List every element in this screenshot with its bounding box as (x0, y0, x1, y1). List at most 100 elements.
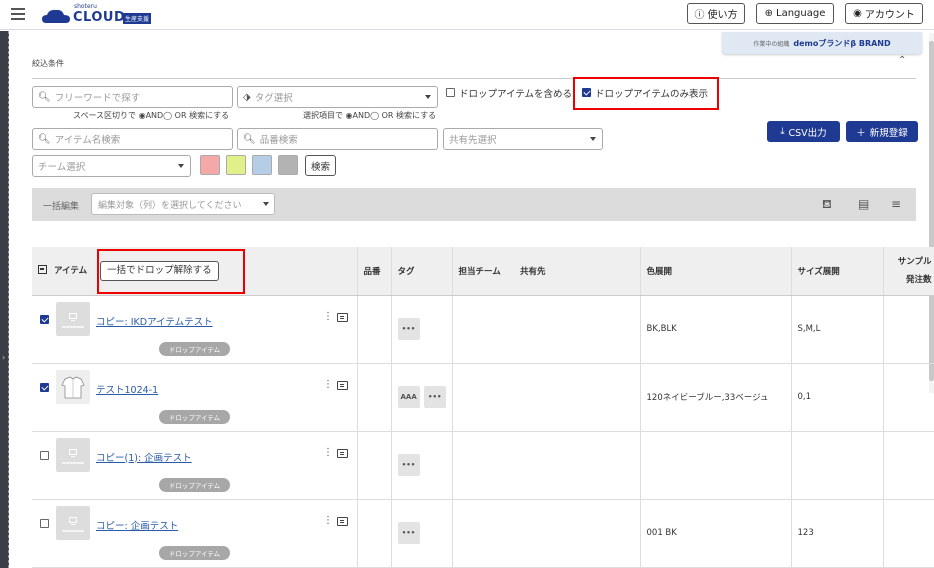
bulk-edit-placeholder: 編集対象（列）を選択してください (98, 200, 242, 211)
tag-chip[interactable]: AAA (397, 386, 420, 408)
row-checkbox[interactable] (40, 450, 49, 460)
item-thumbnail[interactable] (56, 437, 90, 472)
help-label: 使い方 (707, 10, 738, 21)
item-name-link[interactable]: コピー: IKDアイテムテスト (96, 314, 213, 328)
account-button[interactable]: ◉ アカウント (845, 3, 923, 24)
item-cell: コピー: 企画テスト ⋮ ドロップアイテム (32, 499, 358, 568)
tag-hint: 選択項目で ◉AND◯ OR 検索にする (303, 111, 437, 120)
share-cell (514, 431, 641, 500)
freeword-hint: スペース区切りで ◉AND◯ OR 検索にする (73, 111, 230, 120)
comment-icon[interactable] (337, 448, 348, 458)
table-row[interactable]: テスト1024-1 ⋮ ドロップアイテム AAA ••• 120ネイビーブルー,3… (32, 363, 934, 432)
image-placeholder-icon (69, 312, 77, 321)
freeword-search-input[interactable]: 🔍︎ フリーワードで探す (32, 86, 233, 108)
item-name-placeholder: アイテム名検索 (54, 135, 121, 146)
csv-export-button[interactable]: ⤓ CSV出力 (767, 121, 840, 142)
tag-more-chip[interactable]: ••• (397, 454, 420, 476)
select-all-checkbox[interactable] (38, 264, 47, 274)
items-table: アイテム 一括でドロップ解除する 品番 タグ 担当チーム 共有先 色展開 サイズ… (32, 247, 934, 568)
kebab-menu-icon[interactable]: ⋮ (323, 447, 333, 458)
table-row[interactable]: コピー: IKDアイテムテスト ⋮ ドロップアイテム ••• BK,BLK S,… (32, 295, 934, 364)
collapse-chevron-icon[interactable]: ⌃ (898, 55, 906, 66)
color-swatch-yellow[interactable] (226, 155, 246, 175)
tag-cell: ••• (391, 295, 453, 364)
row-checkbox[interactable] (40, 518, 49, 528)
share-cell (514, 295, 641, 364)
kebab-menu-icon[interactable]: ⋮ (323, 515, 333, 526)
drop-item-badge: ドロップアイテム (159, 477, 230, 492)
team-select[interactable]: チーム選択 (32, 155, 191, 177)
item-name-search-input[interactable]: 🔍︎ アイテム名検索 (32, 128, 233, 150)
share-select[interactable]: 共有先選択 (443, 128, 603, 150)
globe-icon: ⊕ (764, 8, 774, 19)
size-column-header[interactable]: サイズ展開 (791, 247, 884, 296)
chevron-down-icon (178, 164, 184, 168)
new-item-button[interactable]: ＋ 新規登録 (846, 121, 918, 142)
search-button[interactable]: 検索 (305, 155, 336, 176)
language-button[interactable]: ⊕ Language (756, 3, 834, 24)
item-thumbnail[interactable] (56, 505, 90, 540)
item-name-link[interactable]: テスト1024-1 (96, 382, 158, 396)
thumbnail-bar (62, 461, 84, 464)
include-drop-label: ドロップアイテムを含める (459, 89, 573, 100)
item-name-link[interactable]: コピー(1): 企画テスト (96, 450, 192, 464)
share-placeholder: 共有先選択 (449, 135, 497, 146)
kebab-menu-icon[interactable]: ⋮ (323, 379, 333, 390)
shirt-image-icon (61, 376, 85, 398)
include-drop-checkbox[interactable] (446, 88, 455, 97)
chevron-down-icon (590, 137, 596, 141)
tag-select[interactable]: ⬗ タグ選択 (237, 86, 438, 108)
sidebar-divider (8, 31, 9, 568)
current-organization[interactable]: 作業中の組織 demoブランドβ BRAND (722, 32, 922, 54)
tag-column-header[interactable]: タグ (391, 247, 453, 296)
drop-item-badge: ドロップアイテム (159, 545, 230, 560)
comment-icon[interactable] (337, 312, 348, 322)
part-number-placeholder: 品番検索 (259, 135, 298, 146)
cloud-logo-icon (42, 9, 70, 23)
thumbnail-bar (62, 325, 84, 328)
organization-value: demoブランドβ BRAND (793, 38, 891, 48)
team-column-header[interactable]: 担当チーム (452, 247, 514, 296)
part-number-column-header[interactable]: 品番 (357, 247, 392, 296)
thumbnail-bar (62, 529, 84, 532)
row-checkbox[interactable] (40, 314, 49, 324)
bulk-edit-column-select[interactable]: 編集対象（列）を選択してください (91, 193, 275, 215)
comment-icon[interactable] (337, 380, 348, 390)
sample-cell (883, 431, 934, 500)
column-layout-icon[interactable]: ▤ (858, 197, 869, 211)
share-cell (514, 363, 641, 432)
color-swatch-blue[interactable] (252, 155, 272, 175)
sort-icon[interactable]: ≡ (891, 197, 901, 211)
left-sidebar-collapsed[interactable]: › (0, 31, 9, 568)
share-column-header[interactable]: 共有先 (514, 247, 641, 296)
drop-only-label: ドロップアイテムのみ表示 (595, 89, 709, 100)
sample-column-header[interactable]: サンプル 発注数 (883, 247, 934, 296)
color-column-header[interactable]: 色展開 (640, 247, 792, 296)
part-number-search-input[interactable]: 🔍︎ 品番検索 (237, 128, 438, 150)
team-cell (452, 431, 514, 500)
paint-bucket-icon[interactable]: ⛾ (822, 197, 832, 213)
menu-icon[interactable] (11, 8, 25, 20)
team-cell (452, 295, 514, 364)
item-thumbnail[interactable] (56, 301, 90, 336)
drop-only-checkbox[interactable] (582, 88, 591, 97)
color-swatch-gray[interactable] (278, 155, 298, 175)
table-row[interactable]: コピー: 企画テスト ⋮ ドロップアイテム ••• 001 BK 123 (32, 499, 934, 568)
table-row[interactable]: コピー(1): 企画テスト ⋮ ドロップアイテム ••• (32, 431, 934, 500)
expand-arrow-icon[interactable]: › (2, 353, 5, 362)
help-button[interactable]: ⓘ 使い方 (687, 3, 745, 24)
team-placeholder: チーム選択 (38, 162, 86, 173)
team-cell (452, 363, 514, 432)
color-swatch-red[interactable] (200, 155, 220, 175)
item-thumbnail[interactable] (56, 369, 90, 404)
comment-icon[interactable] (337, 516, 348, 526)
image-placeholder-icon (69, 448, 77, 457)
tag-more-chip[interactable]: ••• (423, 386, 446, 408)
row-checkbox[interactable] (40, 382, 49, 392)
account-label: アカウント (864, 10, 915, 21)
tag-more-chip[interactable]: ••• (397, 318, 420, 340)
tag-more-chip[interactable]: ••• (397, 522, 420, 544)
item-header-label: アイテム (53, 265, 88, 276)
kebab-menu-icon[interactable]: ⋮ (323, 311, 333, 322)
item-name-link[interactable]: コピー: 企画テスト (96, 518, 178, 532)
